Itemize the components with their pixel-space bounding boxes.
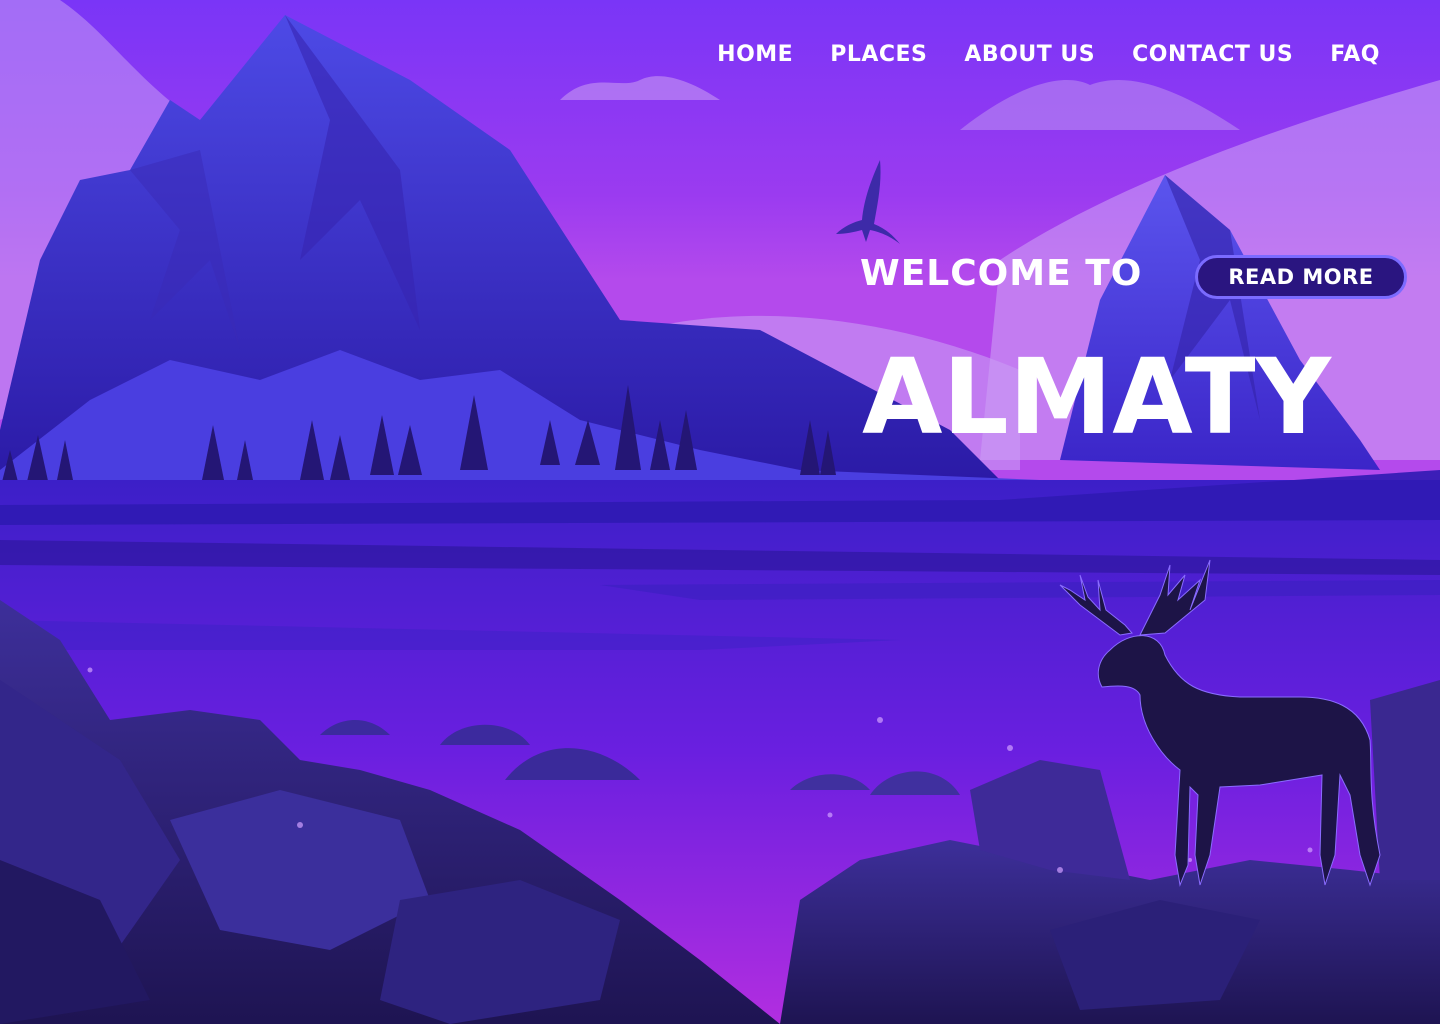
- nav-places[interactable]: PLACES: [830, 42, 927, 67]
- nav-about-us[interactable]: ABOUT US: [964, 42, 1095, 67]
- bird-icon: [836, 160, 900, 244]
- nav-faq[interactable]: FAQ: [1330, 42, 1380, 67]
- nav-contact-us[interactable]: CONTACT US: [1132, 42, 1293, 67]
- deer-icon: [1059, 559, 1381, 887]
- nav-home[interactable]: HOME: [717, 42, 793, 67]
- hero-title: ALMATY: [862, 336, 1331, 458]
- main-nav: HOME PLACES ABOUT US CONTACT US FAQ: [717, 42, 1380, 67]
- read-more-button[interactable]: READ MORE: [1195, 255, 1407, 299]
- hero-welcome-text: WELCOME TO: [860, 253, 1143, 294]
